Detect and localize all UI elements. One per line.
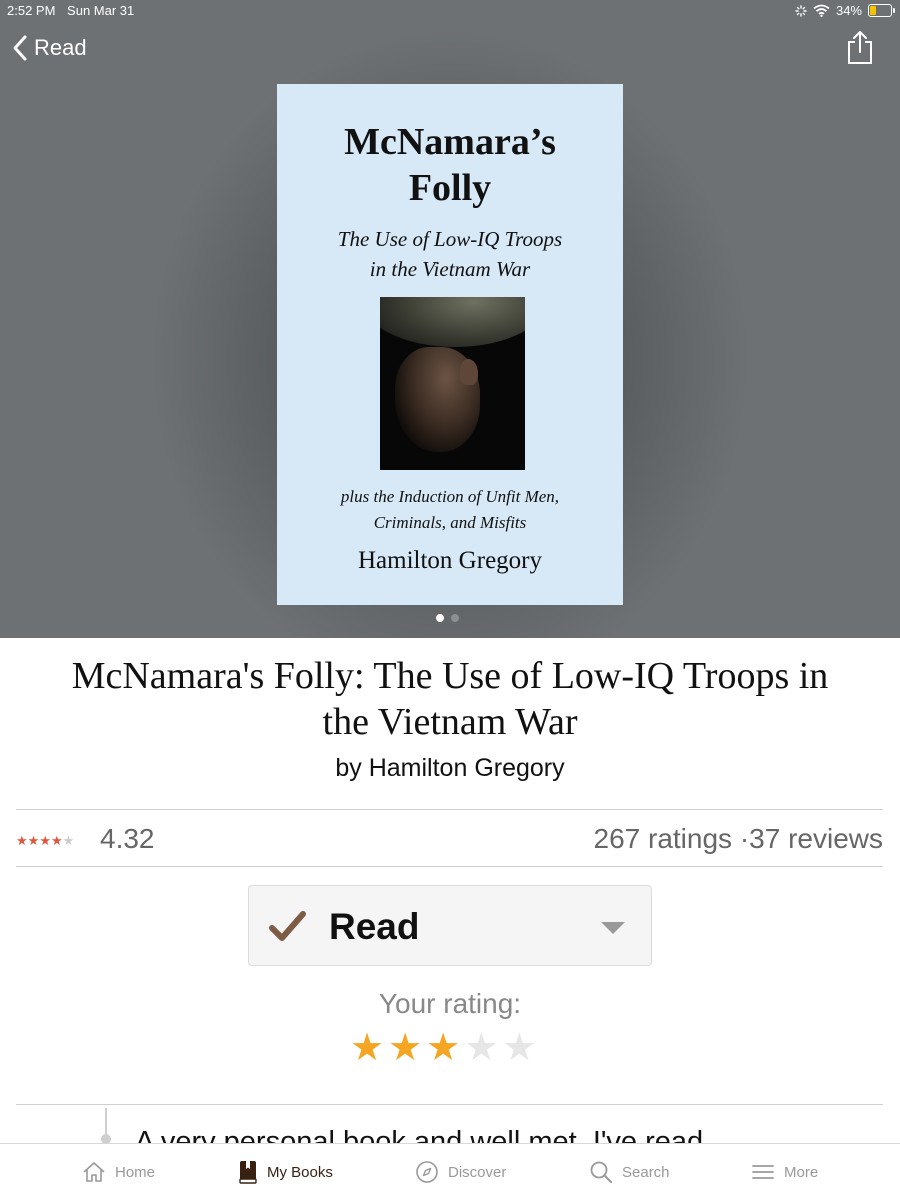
your-rating-label: Your rating: [378,988,522,1019]
count-separator: · [739,823,750,854]
page-indicator[interactable] [436,614,459,622]
wifi-icon [813,4,830,17]
back-label: Read [34,35,87,60]
rating-counts[interactable]: 267 ratings ·37 reviews [594,823,884,855]
average-star-1: ★ [16,833,28,848]
divider [16,1104,883,1105]
tab-home[interactable]: Home [82,1158,155,1186]
check-icon [269,911,306,941]
tab-search[interactable]: Search [589,1158,670,1186]
chevron-left-icon [13,35,27,61]
cover-author: Hamilton Gregory [358,547,542,574]
back-button[interactable]: Read [12,34,87,62]
home-icon [83,1162,105,1182]
your-rating-star-2[interactable]: ★ [388,1028,422,1068]
battery-icon [868,4,895,17]
cover-tagline: plus the Induction of Unfit Men, Crimina… [340,487,560,532]
book-author[interactable]: by Hamilton Gregory [0,754,900,783]
shelf-status-label: Read [329,906,420,947]
tab-my-books[interactable]: My Books [238,1158,333,1186]
average-rating-stars: ★ ★ ★ ★ ★ [16,834,74,847]
divider [16,866,883,867]
your-rating-star-5[interactable]: ★ [502,1028,536,1068]
ratings-count: 267 ratings [593,823,733,854]
divider [16,809,883,810]
rating-row[interactable]: ★ ★ ★ ★ ★ 4.32 267 ratings ·37 reviews [16,820,883,860]
chevron-down-icon[interactable] [601,922,625,934]
share-icon [848,31,872,64]
book-icon [239,1161,257,1184]
status-date: Sun Mar 31 [67,3,135,18]
activity-icon [795,4,807,17]
average-star-5: ★ [62,833,75,848]
compass-icon [416,1161,438,1183]
shelf-status-button[interactable]: Read [248,885,652,966]
tab-more[interactable]: More [751,1158,818,1186]
cover-subtitle: The Use of Low-IQ Troops in the Vietnam … [337,227,563,282]
status-bar: 2:52 PM Sun Mar 31 34% [0,0,900,22]
search-icon [590,1161,612,1183]
page-dot-1[interactable] [436,614,444,622]
average-star-3: ★ [39,833,51,848]
battery-percent: 34% [835,3,862,18]
book-title: McNamara's Folly: The Use of Low-IQ Troo… [71,655,829,743]
average-rating-value: 4.32 [100,823,155,854]
average-star-4: ★ [50,833,63,848]
reviews-count: 37 reviews [749,823,883,854]
page-dot-2[interactable] [451,614,459,622]
tab-bar: Home My Books Discover Search More [0,1143,900,1201]
book-cover[interactable]: McNamara’s Folly The Use of Low-IQ Troop… [277,84,623,605]
share-button[interactable] [845,30,875,71]
your-rating-star-4[interactable]: ★ [464,1028,498,1068]
cover-photo [380,297,525,470]
status-time: 2:52 PM [7,3,56,18]
your-rating-star-3[interactable]: ★ [426,1028,460,1068]
your-rating-stars[interactable]: ★ ★ ★ ★ ★ [350,1028,536,1068]
cover-title: McNamara’s Folly [344,121,556,209]
average-star-2: ★ [27,833,40,848]
your-rating-star-1[interactable]: ★ [350,1028,384,1068]
tab-discover[interactable]: Discover [415,1158,506,1186]
menu-icon [752,1165,774,1179]
cover-hero: Read McNamara’s Folly The Use of Low-IQ … [0,0,900,638]
